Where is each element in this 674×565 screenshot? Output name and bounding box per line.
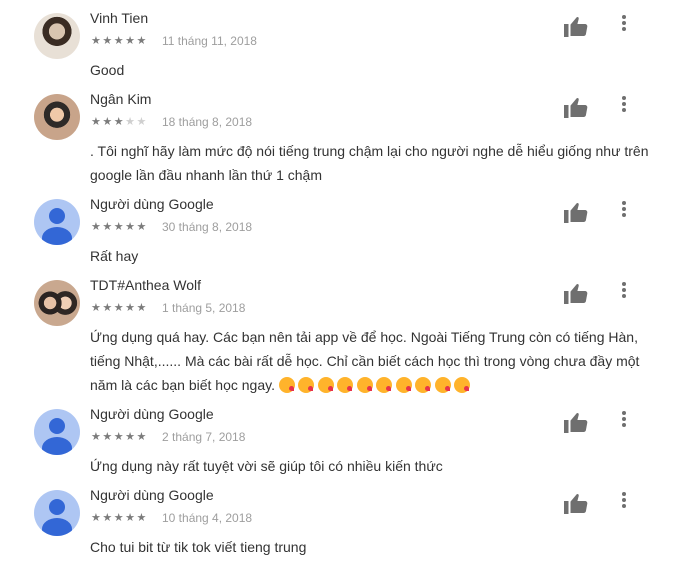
star-icon: ★ [125, 116, 137, 128]
more-vert-icon[interactable] [616, 409, 632, 429]
review-date: 1 tháng 5, 2018 [162, 301, 246, 315]
kiss-emoji-icon [278, 377, 295, 393]
more-vert-icon[interactable] [616, 94, 632, 114]
kiss-emoji-icon [434, 377, 451, 393]
kiss-emoji-icon [376, 377, 393, 393]
reviewer-name: TDT#Anthea Wolf [90, 277, 202, 293]
review-text: Cho tui bit từ tik tok viết tieng trung [90, 535, 660, 559]
kiss-emoji-icon [337, 377, 354, 393]
kiss-emoji-icon [395, 377, 412, 393]
star-icon: ★ [125, 221, 137, 233]
review-text-content: Ứng dụng này rất tuyệt vời sẽ giúp tôi c… [90, 458, 443, 474]
avatar-body [42, 227, 72, 245]
star-icon: ★ [125, 35, 137, 47]
star-icon: ★ [136, 221, 148, 233]
star-icon: ★ [113, 512, 126, 524]
star-icon: ★ [136, 512, 148, 524]
thumbs-up-icon[interactable] [564, 201, 588, 223]
star-icon: ★ [125, 512, 137, 524]
review-text-content: . Tôi nghĩ hãy làm mức độ nói tiếng trun… [90, 143, 649, 183]
thumbs-up-icon[interactable] [564, 492, 588, 514]
star-icon: ★ [113, 35, 126, 47]
kiss-emoji-icon [317, 377, 334, 393]
star-rating: ★★★★★ [91, 301, 148, 314]
thumbs-up-icon[interactable] [564, 96, 588, 118]
star-rating: ★★★★★ [91, 115, 148, 128]
avatar [34, 280, 80, 326]
star-rating: ★★★★★ [91, 220, 148, 233]
star-icon: ★ [113, 302, 126, 314]
star-rating: ★★★★★ [91, 511, 148, 524]
more-vert-icon[interactable] [616, 13, 632, 33]
review-text: Rất hay [90, 244, 660, 268]
star-icon: ★ [102, 116, 114, 128]
review-date: 18 tháng 8, 2018 [162, 115, 253, 129]
avatar-body [42, 518, 72, 536]
more-vert-icon[interactable] [616, 490, 632, 510]
star-icon: ★ [136, 431, 148, 443]
more-vert-icon[interactable] [616, 280, 632, 300]
star-icon: ★ [91, 221, 103, 233]
review-text-content: Good [90, 62, 125, 78]
kiss-emoji-icon [415, 377, 432, 393]
review-date: 2 tháng 7, 2018 [162, 430, 246, 444]
avatar-body [42, 437, 72, 455]
kiss-emoji-icon [298, 377, 315, 393]
star-icon: ★ [91, 431, 103, 443]
star-icon: ★ [136, 302, 148, 314]
star-icon: ★ [125, 302, 137, 314]
avatar-head [49, 418, 65, 434]
star-icon: ★ [113, 221, 126, 233]
thumbs-up-icon[interactable] [564, 411, 588, 433]
thumbs-up-icon[interactable] [564, 282, 588, 304]
review-text: Good [90, 58, 660, 82]
star-icon: ★ [102, 35, 114, 47]
reviewer-name: Ngân Kim [90, 91, 152, 107]
review-date: 11 tháng 11, 2018 [162, 34, 257, 48]
reviewer-name: Người dùng Google [90, 487, 214, 503]
avatar-head [49, 208, 65, 224]
avatar [34, 94, 80, 140]
more-vert-icon[interactable] [616, 199, 632, 219]
kiss-emoji-icon [454, 377, 471, 393]
thumbs-up-icon[interactable] [564, 15, 588, 37]
review-text: . Tôi nghĩ hãy làm mức độ nói tiếng trun… [90, 139, 660, 187]
star-rating: ★★★★★ [91, 34, 148, 47]
star-icon: ★ [91, 302, 103, 314]
reviewer-name: Vinh Tien [90, 10, 149, 26]
star-icon: ★ [91, 512, 103, 524]
kiss-emoji-icon [356, 377, 373, 393]
star-icon: ★ [102, 431, 114, 443]
star-icon: ★ [102, 302, 114, 314]
star-icon: ★ [91, 116, 103, 128]
reviewer-name: Người dùng Google [90, 196, 214, 212]
avatar [34, 409, 80, 455]
review-text-content: Cho tui bit từ tik tok viết tieng trung [90, 539, 307, 555]
avatar [34, 199, 80, 245]
star-icon: ★ [113, 116, 126, 128]
avatar [34, 490, 80, 536]
avatar [34, 13, 80, 59]
review-text: Ứng dụng này rất tuyệt vời sẽ giúp tôi c… [90, 454, 660, 478]
reviewer-name: Người dùng Google [90, 406, 214, 422]
star-icon: ★ [102, 221, 114, 233]
review-date: 30 tháng 8, 2018 [162, 220, 253, 234]
review-text: Ứng dụng quá hay. Các bạn nên tải app về… [90, 325, 660, 397]
star-icon: ★ [113, 431, 126, 443]
star-rating: ★★★★★ [91, 430, 148, 443]
star-icon: ★ [136, 35, 148, 47]
star-icon: ★ [102, 512, 114, 524]
avatar-head [49, 499, 65, 515]
star-icon: ★ [136, 116, 148, 128]
star-icon: ★ [91, 35, 103, 47]
review-text-content: Rất hay [90, 248, 139, 264]
review-date: 10 tháng 4, 2018 [162, 511, 253, 525]
star-icon: ★ [125, 431, 137, 443]
